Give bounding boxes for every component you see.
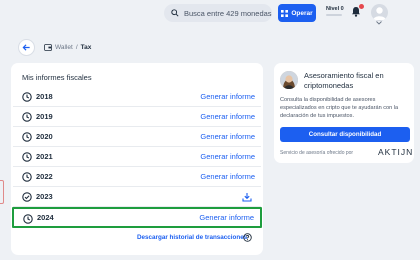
report-year: 2023 bbox=[36, 192, 53, 201]
operar-label: Operar bbox=[291, 9, 313, 17]
operar-button[interactable]: Operar bbox=[278, 4, 316, 22]
chevron-down-icon[interactable] bbox=[376, 21, 382, 25]
search-placeholder: Busca entre 429 monedas bbox=[184, 8, 272, 18]
report-year: 2020 bbox=[36, 132, 53, 141]
side-tab[interactable] bbox=[0, 180, 4, 204]
report-year: 2019 bbox=[36, 112, 53, 121]
consult-availability-button[interactable]: Consultar disponibilidad bbox=[280, 127, 410, 142]
clock-icon bbox=[22, 112, 32, 122]
user-avatar[interactable] bbox=[371, 4, 388, 21]
breadcrumb-separator: / bbox=[75, 44, 78, 51]
clock-icon bbox=[22, 152, 32, 162]
clock-icon bbox=[22, 92, 32, 102]
report-row-2020: 2020 Generar informe bbox=[13, 127, 261, 147]
advisor-portrait-icon bbox=[280, 71, 298, 89]
report-year: 2022 bbox=[36, 172, 53, 181]
clock-icon bbox=[22, 132, 32, 142]
generate-report-button[interactable]: Generar informe bbox=[200, 152, 255, 161]
search-input[interactable]: Busca entre 429 monedas bbox=[164, 4, 272, 22]
breadcrumb: Wallet / Tax bbox=[44, 44, 91, 51]
clock-icon bbox=[22, 172, 32, 182]
breadcrumb-wallet[interactable]: Wallet bbox=[55, 44, 73, 51]
advisor-avatar bbox=[280, 71, 298, 89]
tax-reports-title: Mis informes fiscales bbox=[22, 73, 92, 82]
download-history-link[interactable]: Descargar historial de transacciones bbox=[137, 234, 247, 241]
report-year: 2018 bbox=[36, 92, 53, 101]
report-row-2019: 2019 Generar informe bbox=[13, 107, 261, 127]
report-row-2018: 2018 Generar informe bbox=[13, 87, 261, 107]
tax-reports-card: Mis informes fiscales 2018 Generar infor… bbox=[11, 63, 263, 255]
report-year: 2021 bbox=[36, 152, 53, 161]
advisor-description: Consulta la disponibilidad de asesores e… bbox=[280, 97, 399, 119]
report-row-2022: 2022 Generar informe bbox=[13, 167, 261, 187]
download-icon[interactable] bbox=[242, 192, 252, 202]
service-provider-text: Servicio de asesoría ofrecido por bbox=[280, 150, 354, 156]
search-icon bbox=[171, 9, 179, 17]
level-label: Nivel 0 bbox=[326, 6, 344, 12]
back-button[interactable] bbox=[18, 39, 35, 56]
report-row-2024: 2024 Generar informe bbox=[12, 207, 262, 228]
check-circle-icon bbox=[22, 192, 32, 202]
grid-icon bbox=[281, 9, 289, 17]
generate-report-button[interactable]: Generar informe bbox=[200, 172, 255, 181]
generate-report-button[interactable]: Generar informe bbox=[199, 213, 254, 222]
partner-logo: AKTIJN bbox=[378, 147, 414, 157]
arrow-left-icon bbox=[22, 44, 30, 51]
help-icon[interactable] bbox=[243, 233, 252, 242]
report-row-2023: 2023 bbox=[13, 187, 261, 207]
user-icon bbox=[373, 7, 386, 20]
generate-report-button[interactable]: Generar informe bbox=[200, 112, 255, 121]
report-year: 2024 bbox=[37, 213, 54, 222]
tax-advisor-card: Asesoramiento fiscal en criptomonedas Co… bbox=[274, 63, 414, 163]
top-header: Busca entre 429 monedas Operar Nivel 0 bbox=[0, 0, 420, 26]
generate-report-button[interactable]: Generar informe bbox=[200, 132, 255, 141]
generate-report-button[interactable]: Generar informe bbox=[200, 92, 255, 101]
level-progress bbox=[326, 14, 342, 16]
wallet-icon bbox=[44, 44, 52, 51]
clock-icon bbox=[23, 214, 33, 224]
breadcrumb-current: Tax bbox=[80, 44, 92, 51]
advisor-title: Asesoramiento fiscal en criptomonedas bbox=[304, 71, 384, 90]
notification-badge bbox=[359, 4, 364, 9]
report-row-2021: 2021 Generar informe bbox=[13, 147, 261, 167]
